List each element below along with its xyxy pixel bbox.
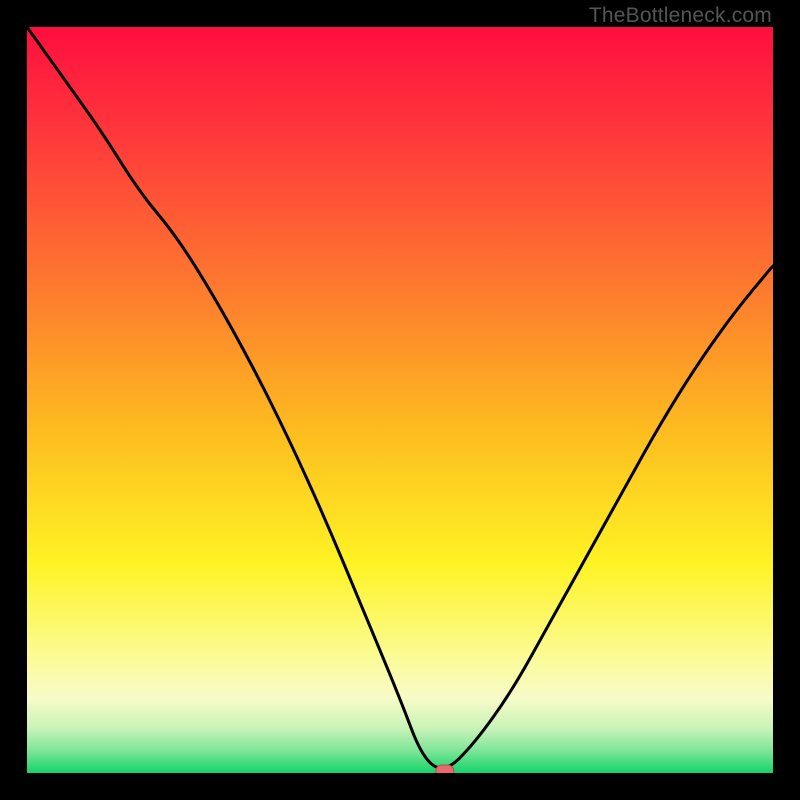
chart-frame (27, 27, 773, 773)
gradient-background (27, 27, 773, 773)
chart-svg (27, 27, 773, 773)
optimum-marker (436, 765, 454, 773)
watermark-text: TheBottleneck.com (589, 4, 772, 28)
